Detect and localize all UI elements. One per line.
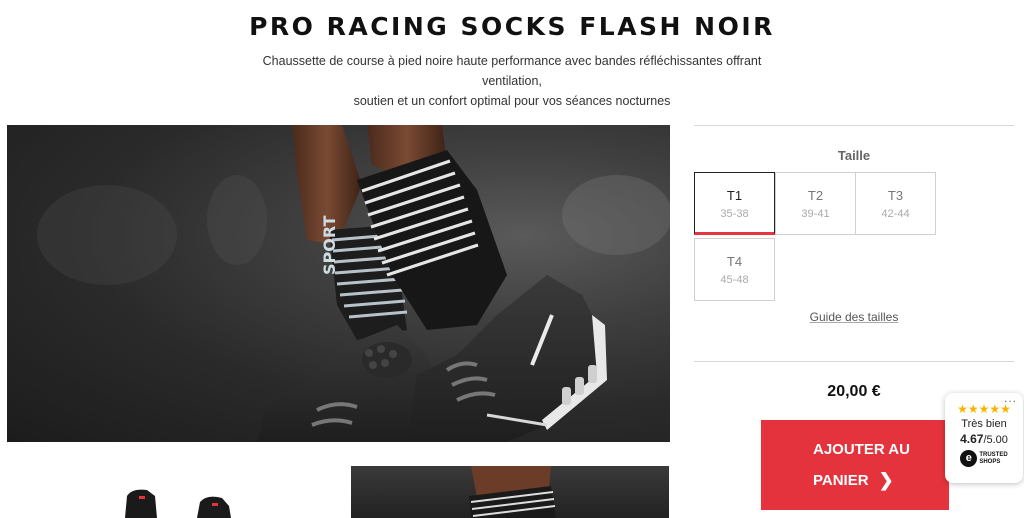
trusted-shops-logo-text: TRUSTED SHOPS	[979, 452, 1007, 466]
sock-pair-thumbnail	[125, 489, 231, 518]
divider-top	[694, 125, 1014, 126]
product-price: 20,00 €	[827, 383, 881, 400]
size-option-t4[interactable]: T4 45-48	[694, 238, 775, 301]
size-option-t3[interactable]: T3 42-44	[855, 172, 936, 235]
rating-score: 4.67/5.00	[945, 432, 1023, 446]
trusted-shops-logo-icon: e	[960, 450, 978, 467]
logo-line-1: TRUSTED	[979, 451, 1008, 458]
cart-button-line-1: AJOUTER AU	[813, 440, 910, 458]
size-option-range: 45-48	[720, 274, 749, 286]
size-guide-link[interactable]: Guide des tailles	[794, 310, 914, 324]
product-thumbnail-1[interactable]	[7, 466, 337, 518]
size-option-name: T4	[726, 254, 743, 269]
size-option-t2[interactable]: T2 39-41	[775, 172, 856, 235]
product-main-image[interactable]: SPORT	[7, 125, 670, 442]
trusted-shops-badge[interactable]: ... ★★★★★ Très bien 4.67/5.00 e TRUSTED …	[945, 391, 1023, 483]
size-option-range: 42-44	[881, 208, 910, 220]
size-option-name: T1	[726, 188, 743, 203]
size-option-range: 39-41	[801, 208, 830, 220]
rating-text: Très bien	[961, 418, 1007, 430]
product-thumbnail-2[interactable]	[351, 466, 669, 518]
sock-shoe-photo: SPORT	[37, 125, 670, 442]
logo-line-2: SHOPS	[979, 458, 1001, 465]
cart-button-line-2: PANIER	[813, 471, 869, 489]
size-option-t1[interactable]: T1 35-38	[694, 172, 775, 235]
description-line-1: Chaussette de course à pied noire haute …	[262, 54, 762, 88]
size-option-name: T2	[807, 188, 824, 203]
trusted-shops-logo: e TRUSTED SHOPS	[945, 450, 1023, 467]
product-description: Chaussette de course à pied noire haute …	[250, 51, 774, 111]
add-to-cart-button[interactable]: AJOUTER AU PANIER ❯	[761, 420, 949, 510]
product-title: PRO RACING SOCKS FLASH NOIR	[249, 12, 775, 41]
description-line-2: soutien et un confort optimal pour vos s…	[353, 94, 671, 108]
rating-score-value: 4.67	[960, 432, 984, 446]
divider-middle	[694, 361, 1014, 362]
size-option-name: T3	[887, 188, 904, 203]
leg-thumbnail	[469, 466, 556, 518]
size-label: Taille	[837, 148, 871, 163]
badge-menu-icon[interactable]: ...	[1004, 391, 1017, 405]
sock-logo-text: SPORT	[320, 216, 339, 275]
rating-score-max: /5.00	[983, 434, 1008, 446]
chevron-right-icon: ❯	[878, 469, 894, 490]
size-option-range: 35-38	[720, 208, 749, 220]
